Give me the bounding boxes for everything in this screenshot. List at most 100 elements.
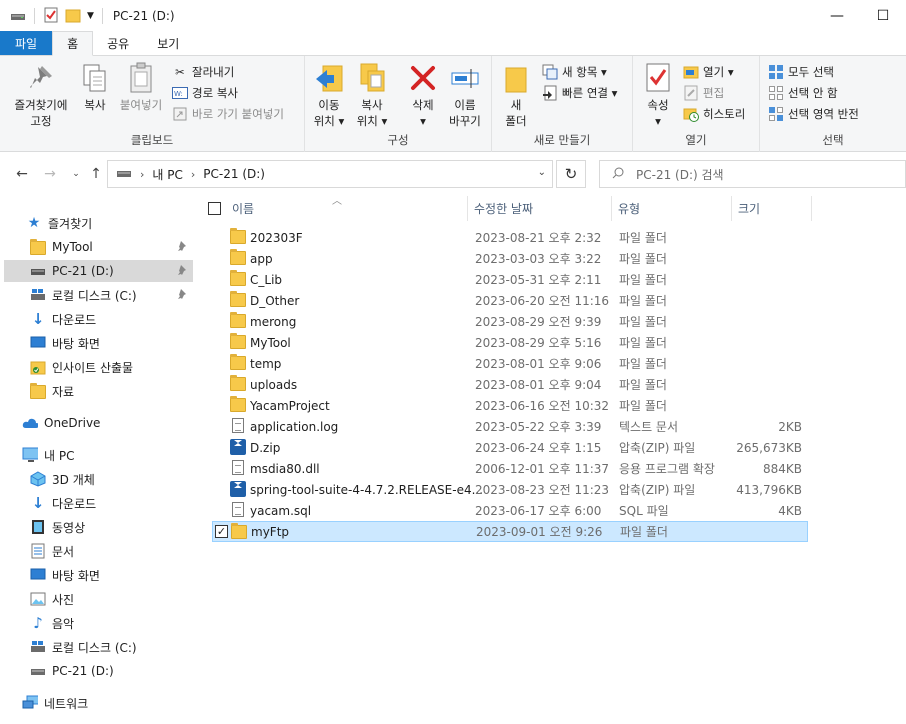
history-button[interactable]: 히스토리 [683, 104, 745, 124]
history-label: 히스토리 [703, 107, 746, 121]
sidebar-item-network[interactable]: 네트워크 [22, 692, 193, 714]
row-checkbox[interactable]: ✓ [215, 525, 228, 538]
select-none-button[interactable]: 선택 안 함 [768, 83, 838, 103]
address-bar[interactable]: › 내 PC › PC-21 (D:) ⌄ [107, 160, 553, 188]
file-type: 파일 폴더 [619, 273, 667, 287]
column-header-name[interactable]: 이름 [226, 196, 468, 221]
sidebar-item-downloads-pc[interactable]: ↓ 다운로드 [30, 492, 193, 514]
properties-icon[interactable] [43, 7, 59, 26]
table-row[interactable]: 202303F 2023-08-21 오후 2:32 파일 폴더 [212, 227, 808, 248]
clipboard-group: 즐겨찾기에 고정 복사 붙여넣기 ✂ 잘라내기 W: 경로 복사 바로 가기 붙… [0, 56, 305, 152]
table-row[interactable]: msdia80.dll 2006-12-01 오후 11:37 응용 프로그램 확장… [212, 458, 808, 479]
refresh-button[interactable]: ↻ [556, 160, 586, 188]
maximize-button[interactable]: ☐ [860, 0, 906, 32]
up-button[interactable]: ↑ [86, 164, 106, 184]
table-row[interactable]: MyTool 2023-08-29 오후 5:16 파일 폴더 [212, 332, 808, 353]
chevron-down-icon[interactable]: ▼ [87, 11, 94, 21]
chevron-down-icon[interactable]: ⌄ [538, 167, 546, 178]
delete-button[interactable]: 삭제 ▾ [403, 62, 443, 129]
pin-to-quick-access-button[interactable]: 즐겨찾기에 고정 [8, 62, 74, 129]
sidebar-item-pictures[interactable]: 사진 [30, 588, 193, 610]
breadcrumb-separator[interactable]: › [191, 168, 195, 181]
edit-button[interactable]: 편집 [683, 83, 724, 103]
select-all-button[interactable]: 모두 선택 [768, 62, 834, 82]
table-row[interactable]: D.zip 2023-06-24 오후 1:15 압축(ZIP) 파일 265,673… [212, 437, 808, 458]
search-input[interactable]: PC-21 (D:) 검색 [599, 160, 906, 188]
sidebar-item-local-disk-c[interactable]: 로컬 디스크 (C:) [30, 636, 193, 658]
column-header-type[interactable]: 유형 [612, 196, 732, 221]
sidebar-item-desktop-pc[interactable]: 바탕 화면 [30, 564, 193, 586]
table-row[interactable]: merong 2023-08-29 오전 9:39 파일 폴더 [212, 311, 808, 332]
sidebar-item-onedrive[interactable]: OneDrive [22, 412, 193, 434]
file-type: 파일 폴더 [619, 378, 667, 392]
sidebar-item-downloads[interactable]: ↓ 다운로드 [30, 308, 193, 330]
sidebar-item-insight[interactable]: 인사이트 산출물 [30, 356, 193, 378]
sidebar-item-pc21-d[interactable]: PC-21 (D:) [30, 660, 193, 682]
recent-locations-button[interactable]: ⌄ [66, 164, 86, 184]
breadcrumb-this-pc[interactable]: 내 PC [152, 166, 182, 183]
file-type: 압축(ZIP) 파일 [619, 483, 696, 497]
move-to-button[interactable]: 이동 위치 ▾ [309, 62, 349, 129]
new-folder-icon[interactable] [65, 7, 81, 26]
select-all-checkbox[interactable] [208, 202, 221, 215]
file-size: 4KB [778, 503, 802, 518]
breadcrumb-drive[interactable]: PC-21 (D:) [203, 167, 265, 181]
copy-to-label: 복사 위치 ▾ [356, 98, 388, 128]
window-controls: — ☐ [814, 0, 906, 32]
breadcrumb-separator[interactable]: › [140, 168, 144, 181]
open-label: 열기 ▾ [703, 65, 734, 79]
copy-button[interactable]: 복사 [78, 62, 112, 113]
tab-home[interactable]: 홈 [52, 31, 94, 56]
invert-selection-button[interactable]: 선택 영역 반전 [768, 104, 859, 124]
sidebar-item-desktop[interactable]: 바탕 화면 [30, 332, 193, 354]
sidebar-item-label: 3D 개체 [52, 472, 95, 487]
sidebar-item-drive-c[interactable]: 로컬 디스크 (C:) [30, 284, 193, 306]
cut-button[interactable]: ✂ 잘라내기 [172, 62, 234, 82]
table-row[interactable]: app 2023-03-03 오후 3:22 파일 폴더 [212, 248, 808, 269]
table-row[interactable]: D_Other 2023-06-20 오전 11:16 파일 폴더 [212, 290, 808, 311]
table-row[interactable]: application.log 2023-05-22 오후 3:39 텍스트 문서 2… [212, 416, 808, 437]
table-row[interactable]: yacam.sql 2023-06-17 오후 6:00 SQL 파일 4KB [212, 500, 808, 521]
file-type: 텍스트 문서 [619, 420, 679, 434]
sidebar-item-drive-d[interactable]: PC-21 (D:) [4, 260, 193, 282]
back-button[interactable]: ← [12, 164, 32, 184]
tab-share[interactable]: 공유 [93, 31, 143, 55]
delete-icon [407, 62, 439, 94]
sidebar-item-materials[interactable]: 자료 [30, 380, 193, 402]
drive-icon [116, 167, 132, 182]
sidebar-item-quick-access[interactable]: ★ 즐겨찾기 [26, 212, 193, 234]
paste-button[interactable]: 붙여넣기 [116, 62, 166, 113]
tab-file[interactable]: 파일 [0, 31, 53, 55]
sidebar-item-documents[interactable]: 문서 [30, 540, 193, 562]
sidebar-item-videos[interactable]: 동영상 [30, 516, 193, 538]
table-row[interactable]: spring-tool-suite-4-4.7.2.RELEASE-e4... 2… [212, 479, 808, 500]
file-type: 파일 폴더 [619, 231, 667, 245]
table-row[interactable]: YacamProject 2023-06-16 오전 10:32 파일 폴더 [212, 395, 808, 416]
new-folder-label: 새 폴더 [505, 98, 527, 128]
paste-shortcut-button[interactable]: 바로 가기 붙여넣기 [172, 104, 284, 124]
tab-view[interactable]: 보기 [143, 31, 193, 55]
forward-button[interactable]: → [40, 164, 60, 184]
table-row[interactable]: uploads 2023-08-01 오후 9:04 파일 폴더 [212, 374, 808, 395]
new-item-button[interactable]: 새 항목 ▾ [542, 62, 607, 82]
open-button[interactable]: 열기 ▾ [683, 62, 734, 82]
properties-button[interactable]: 속성 ▾ [641, 62, 675, 129]
sidebar-item-3d-objects[interactable]: 3D 개체 [30, 468, 193, 490]
new-folder-button[interactable]: 새 폴더 [498, 62, 534, 129]
rename-button[interactable]: 이름 바꾸기 [444, 62, 486, 129]
column-header-date[interactable]: 수정한 날짜 [468, 196, 612, 221]
column-header-size[interactable]: 크기 [732, 196, 812, 221]
sidebar-item-mytool[interactable]: MyTool [30, 236, 193, 258]
copy-to-button[interactable]: 복사 위치 ▾ [352, 62, 392, 129]
sidebar-item-music[interactable]: ♪ 음악 [30, 612, 193, 634]
table-row[interactable]: temp 2023-08-01 오후 9:06 파일 폴더 [212, 353, 808, 374]
easy-access-button[interactable]: 빠른 연결 ▾ [542, 83, 617, 103]
table-row[interactable]: C_Lib 2023-05-31 오후 2:11 파일 폴더 [212, 269, 808, 290]
table-row[interactable]: ✓ myFtp 2023-09-01 오전 9:26 파일 폴더 [212, 521, 808, 542]
minimize-button[interactable]: — [814, 0, 860, 32]
sidebar-item-this-pc[interactable]: 내 PC [22, 444, 193, 466]
copy-path-button[interactable]: W: 경로 복사 [172, 83, 238, 103]
file-name: MyTool [250, 335, 291, 350]
sidebar-item-label: 로컬 디스크 (C:) [52, 288, 137, 303]
copy-path-label: 경로 복사 [192, 86, 238, 100]
